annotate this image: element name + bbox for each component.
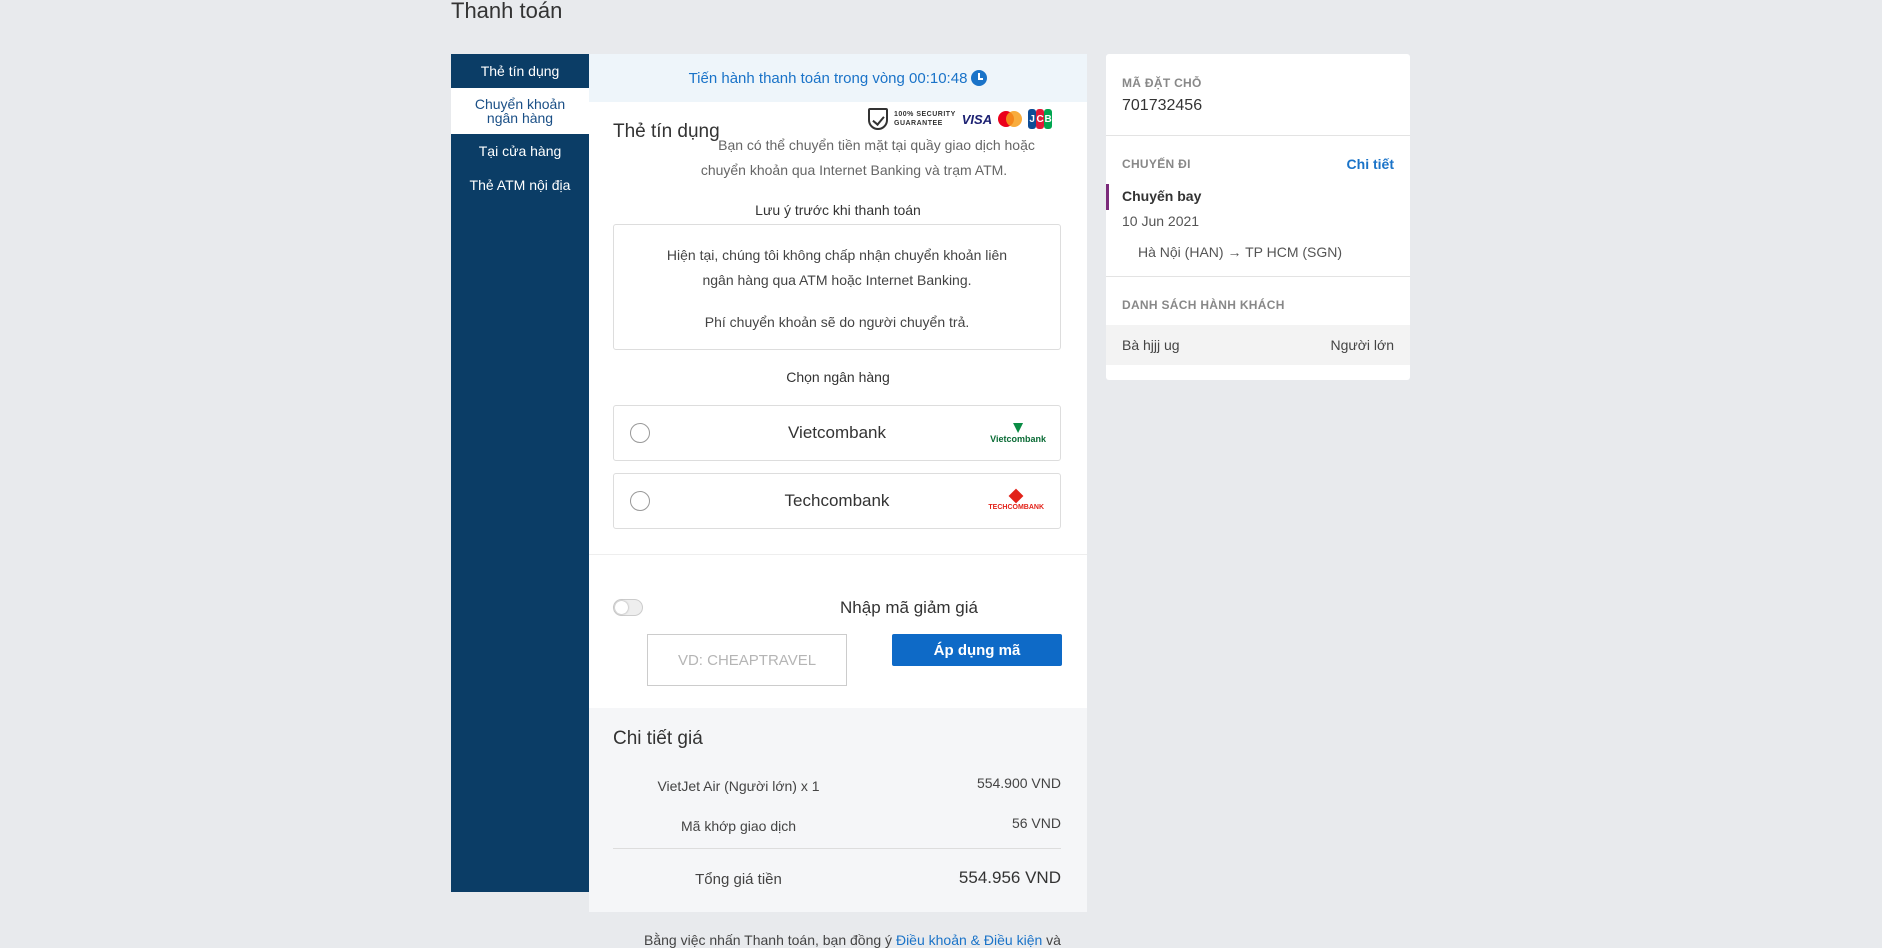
price-row-value: 56 VND: [1011, 815, 1061, 831]
apply-code-button[interactable]: Áp dụng mã: [892, 634, 1062, 666]
transfer-intro-text: Bạn có thể chuyển tiền mặt tại quầy giao…: [700, 137, 1035, 178]
notice-box: Hiện tại, chúng tôi không chấp nhận chuy…: [613, 224, 1061, 350]
notice-line-2: Phí chuyển khoản sẽ do người chuyển trả.: [704, 314, 970, 330]
booking-code: 701732456: [1122, 97, 1203, 114]
techcombank-logo: TECHCOMBANK: [988, 488, 1044, 511]
security-guarantee-badge: 100% SECURITY GUARANTEE: [894, 110, 956, 128]
bank-option-techcombank[interactable]: Techcombank TECHCOMBANK: [613, 473, 1061, 529]
divider: [1106, 276, 1410, 277]
booking-summary: MÃ ĐẶT CHỖ 701732456 CHUYẾN ĐI Chi tiết …: [1106, 54, 1410, 380]
terms-suffix: và: [1046, 932, 1061, 948]
price-row-label: Mã khớp giao dịch: [680, 818, 797, 834]
bank-option-vietcombank[interactable]: Vietcombank Vietcombank: [613, 405, 1061, 461]
nav-item-in-store[interactable]: Tại cửa hàng: [451, 134, 589, 168]
trip-detail-link[interactable]: Chi tiết: [1347, 156, 1394, 172]
terms-link[interactable]: Điều khoản & Điều kiện: [896, 932, 1042, 948]
logo-text: TECHCOMBANK: [988, 504, 1044, 511]
countdown-bar: Tiến hành thanh toán trong vòng 00:10:48: [589, 54, 1087, 102]
total-value: 554.956 VND: [958, 868, 1061, 887]
price-details: Chi tiết giá VietJet Air (Người lớn) x 1…: [589, 708, 1087, 912]
countdown-text: Tiến hành thanh toán trong vòng 00:10:48: [688, 69, 968, 87]
divider: [613, 848, 1061, 849]
passenger-name: Bà hjjj ug: [1122, 337, 1180, 353]
visa-logo: VISA: [961, 111, 993, 127]
page-title: Thanh toán: [451, 0, 563, 23]
divider: [1106, 135, 1410, 136]
jcb-logo: J C B: [1028, 109, 1053, 129]
passenger-type: Người lớn: [1330, 337, 1394, 353]
notice-heading: Lưu ý trước khi thanh toán: [755, 202, 921, 218]
flight-accent-bar: [1106, 184, 1109, 210]
nav-item-bank-transfer[interactable]: Chuyển khoản ngân hàng: [451, 88, 589, 134]
guarantee-line-1: 100% SECURITY: [894, 111, 956, 118]
trip-label: CHUYẾN ĐI: [1122, 157, 1191, 171]
jcb-j: J: [1028, 109, 1037, 129]
flight-route: Hà Nội (HAN) → TP HCM (SGN): [1138, 244, 1343, 260]
clock-icon: [971, 70, 988, 86]
price-details-title: Chi tiết giá: [613, 728, 703, 749]
booking-code-label: MÃ ĐẶT CHỖ: [1122, 76, 1202, 90]
jcb-c: C: [1036, 109, 1045, 129]
bank-select-heading: Chọn ngân hàng: [786, 369, 890, 385]
security-badges: 100% SECURITY GUARANTEE VISA J C B: [868, 108, 1053, 130]
guarantee-line-2: GUARANTEE: [894, 120, 943, 127]
vietcombank-logo: Vietcombank: [990, 423, 1046, 444]
logo-text: Vietcombank: [990, 434, 1046, 444]
price-row-value: 554.900 VND: [976, 775, 1061, 791]
coupon-code-input[interactable]: [647, 634, 847, 686]
discount-label: Nhập mã giảm giá: [840, 598, 978, 617]
nav-item-domestic-atm[interactable]: Thẻ ATM nội địa: [451, 168, 589, 202]
price-row-label: VietJet Air (Người lớn) x 1: [657, 778, 820, 794]
flight-date: 10 Jun 2021: [1122, 213, 1200, 229]
discount-toggle[interactable]: [613, 599, 643, 616]
total-label: Tổng giá tiền: [695, 871, 782, 888]
passenger-row: Bà hjjj ug Người lớn: [1106, 325, 1410, 365]
passenger-list-label: DANH SÁCH HÀNH KHÁCH: [1122, 298, 1285, 312]
terms-prefix: Bằng việc nhấn Thanh toán, bạn đồng ý: [644, 932, 893, 948]
shield-check-icon: [868, 108, 888, 130]
nav-item-credit-card[interactable]: Thẻ tín dụng: [451, 54, 589, 88]
notice-line-1: Hiện tại, chúng tôi không chấp nhận chuy…: [666, 247, 1008, 288]
payment-method-nav: Thẻ tín dụng Chuyển khoản ngân hàng Tại …: [451, 54, 589, 892]
flight-type: Chuyến bay: [1122, 188, 1202, 204]
divider: [589, 554, 1087, 555]
terms-text: Bằng việc nhấn Thanh toán, bạn đồng ý Đi…: [644, 932, 1061, 948]
payment-panel: Tiến hành thanh toán trong vòng 00:10:48…: [589, 54, 1087, 948]
mastercard-logo: [998, 111, 1023, 127]
jcb-b: B: [1044, 109, 1053, 129]
